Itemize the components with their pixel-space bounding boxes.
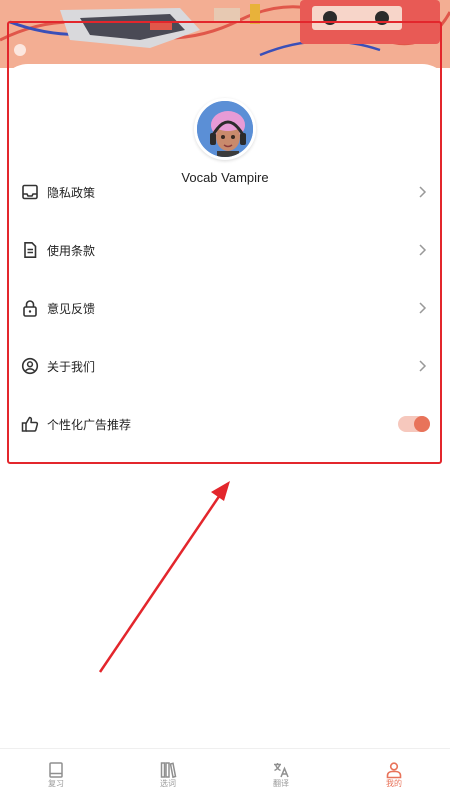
tab-label: 我的 xyxy=(386,779,402,788)
menu-item-label: 意见反馈 xyxy=(47,302,96,316)
personalized-ads-toggle[interactable] xyxy=(398,416,430,432)
menu-item-label: 使用条款 xyxy=(47,244,96,258)
library-icon xyxy=(160,762,177,779)
tab-translate[interactable]: 翻译 xyxy=(225,749,337,792)
chevron-right-icon xyxy=(419,244,427,256)
profile-card: Vocab Vampire 隐私政策 使用条款 意见反馈 关于我们 个性化广告推… xyxy=(0,64,450,504)
chevron-right-icon xyxy=(419,186,427,198)
chevron-right-icon xyxy=(419,360,427,372)
user-circle-icon xyxy=(21,357,39,375)
menu-item-label: 关于我们 xyxy=(47,360,96,374)
menu-item-terms-of-use[interactable]: 使用条款 xyxy=(0,230,450,270)
document-icon xyxy=(24,242,37,258)
lock-icon xyxy=(23,300,37,317)
bottom-tab-bar: 复习 选词 翻译 我的 xyxy=(0,748,450,792)
toggle-knob xyxy=(414,416,430,432)
menu-item-label: 个性化广告推荐 xyxy=(47,418,132,432)
tab-label: 翻译 xyxy=(273,779,289,788)
tab-select-words[interactable]: 选词 xyxy=(112,749,224,792)
menu-item-feedback[interactable]: 意见反馈 xyxy=(0,288,450,328)
menu-item-privacy-policy[interactable]: 隐私政策 xyxy=(0,172,450,212)
menu-item-about-us[interactable]: 关于我们 xyxy=(0,346,450,386)
avatar[interactable] xyxy=(194,98,256,160)
tab-label: 复习 xyxy=(48,779,64,788)
thumbs-up-icon xyxy=(21,416,39,432)
menu-item-personalized-ads: 个性化广告推荐 xyxy=(0,404,450,444)
menu-item-label: 隐私政策 xyxy=(47,186,96,200)
book-icon xyxy=(49,762,63,778)
tab-label: 选词 xyxy=(160,779,176,788)
translate-icon xyxy=(274,763,289,778)
tab-review[interactable]: 复习 xyxy=(0,749,112,792)
avatar-portrait-icon xyxy=(197,101,253,157)
header-banner xyxy=(0,0,450,68)
banner-illustration xyxy=(0,0,450,68)
tab-mine[interactable]: 我的 xyxy=(338,749,450,792)
person-icon xyxy=(386,762,402,779)
inbox-icon xyxy=(22,184,38,200)
chevron-right-icon xyxy=(419,302,427,314)
